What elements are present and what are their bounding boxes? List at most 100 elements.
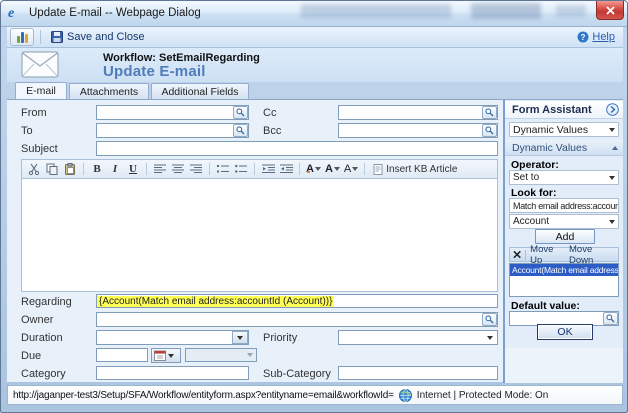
lookup-icon <box>605 313 616 324</box>
owner-lookup-button[interactable] <box>482 313 497 326</box>
webpage-dialog-window: e Update E-mail -- Webpage Dialog Save a… <box>0 0 628 413</box>
subcategory-field[interactable] <box>338 366 498 380</box>
dynamic-values-section-header[interactable]: Dynamic Values <box>505 140 623 156</box>
priority-input[interactable] <box>339 331 487 344</box>
regarding-field[interactable]: {Account(Match email address:accountId (… <box>96 294 498 308</box>
from-lookup-button[interactable] <box>233 106 248 119</box>
panel-expand-button[interactable] <box>606 103 619 116</box>
dropdown-arrow-icon <box>352 167 358 171</box>
italic-button[interactable]: I <box>107 161 123 177</box>
font-size-button[interactable]: A <box>324 161 341 177</box>
due-time-input <box>186 349 247 361</box>
copy-button[interactable] <box>44 161 60 177</box>
ok-button[interactable]: OK <box>537 324 593 340</box>
bcc-lookup-button[interactable] <box>482 124 497 137</box>
kb-article-icon <box>373 164 383 175</box>
entity-select[interactable]: Account <box>509 214 619 229</box>
due-date-field[interactable] <box>96 348 148 362</box>
tab-attachments[interactable]: Attachments <box>69 83 149 99</box>
subcategory-input[interactable] <box>339 367 497 379</box>
to-lookup-button[interactable] <box>233 124 248 137</box>
align-center-button[interactable] <box>170 161 186 177</box>
font-name-glyph: A <box>344 164 351 174</box>
owner-input[interactable] <box>97 313 482 326</box>
font-color-glyph: A <box>306 164 314 174</box>
dropdown-arrow-icon <box>237 336 243 340</box>
subcategory-label: Sub-Category <box>263 368 331 380</box>
duration-input[interactable] <box>97 331 232 344</box>
status-zone: Internet | Protected Mode: On <box>417 390 549 401</box>
tab-label: E-mail <box>26 85 56 97</box>
operator-select[interactable]: Set to <box>509 170 619 185</box>
delete-item-button[interactable] <box>513 250 521 259</box>
form-header: Workflow: SetEmailRegarding Update E-mai… <box>7 48 623 82</box>
indent-button[interactable] <box>278 161 294 177</box>
window-title: Update E-mail -- Webpage Dialog <box>29 7 201 19</box>
font-name-button[interactable]: A <box>343 161 359 177</box>
tab-additional-fields[interactable]: Additional Fields <box>151 83 249 99</box>
look-for-select[interactable]: Match email address:accountId <box>509 198 619 213</box>
collapse-icon <box>612 146 618 150</box>
list-item[interactable]: Account(Match email address:accou <box>510 264 618 276</box>
separator <box>83 163 84 175</box>
dropdown-arrow-icon <box>609 128 615 132</box>
category-field[interactable] <box>96 366 249 380</box>
font-size-glyph: A <box>325 164 333 174</box>
underline-button[interactable]: U <box>125 161 141 177</box>
close-icon <box>606 6 615 15</box>
category-input[interactable] <box>97 367 248 379</box>
bcc-input[interactable] <box>339 124 482 137</box>
align-left-icon <box>154 164 166 174</box>
help-button[interactable]: ? Help <box>577 31 615 43</box>
font-color-button[interactable]: A <box>305 161 322 177</box>
bold-button[interactable]: B <box>89 161 105 177</box>
priority-select[interactable] <box>338 330 498 345</box>
regarding-value: {Account(Match email address:accountId (… <box>97 296 334 307</box>
to-field[interactable] <box>96 123 249 138</box>
to-input[interactable] <box>97 124 233 137</box>
panel-footer <box>505 348 623 383</box>
numbered-list-button[interactable] <box>215 161 231 177</box>
due-date-input[interactable] <box>97 349 147 361</box>
subject-field[interactable] <box>96 141 498 156</box>
cc-lookup-button[interactable] <box>482 106 497 119</box>
dynamic-values-listbox[interactable]: Account(Match email address:accou <box>509 263 619 297</box>
lookup-icon <box>484 125 495 136</box>
separator <box>299 163 300 175</box>
default-value-lookup-button[interactable] <box>603 312 618 325</box>
dropdown-arrow-icon <box>609 176 615 180</box>
title-bar[interactable]: e Update E-mail -- Webpage Dialog <box>1 1 628 27</box>
numbered-list-icon <box>217 164 229 174</box>
assistant-tool-selector[interactable]: Dynamic Values <box>509 122 619 137</box>
from-field[interactable] <box>96 105 249 120</box>
cut-button[interactable] <box>26 161 42 177</box>
save-and-close-button[interactable]: Save and Close <box>47 29 149 45</box>
insert-kb-article-button[interactable]: Insert KB Article <box>370 164 460 175</box>
separator <box>40 30 41 44</box>
lookup-icon <box>235 125 246 136</box>
priority-label: Priority <box>263 332 297 344</box>
align-right-button[interactable] <box>188 161 204 177</box>
add-button[interactable]: Add <box>535 229 595 244</box>
status-url: http://jaganper-test3/Setup/SFA/Workflow… <box>13 390 394 401</box>
cc-input[interactable] <box>339 106 482 119</box>
bullet-list-button[interactable] <box>233 161 249 177</box>
paste-button[interactable] <box>62 161 78 177</box>
subject-input[interactable] <box>97 142 497 155</box>
due-date-picker-button[interactable] <box>151 348 181 363</box>
titlebar-glass-artifact <box>301 4 451 18</box>
email-body-editor[interactable] <box>21 179 498 292</box>
owner-field[interactable] <box>96 312 498 327</box>
cc-field[interactable] <box>338 105 498 120</box>
align-left-button[interactable] <box>152 161 168 177</box>
duration-dropdown-button[interactable] <box>232 331 248 344</box>
outdent-button[interactable] <box>260 161 276 177</box>
dropdown-arrow-icon <box>315 167 321 171</box>
page-title: Update E-mail <box>103 63 206 80</box>
close-button[interactable] <box>596 1 624 20</box>
from-input[interactable] <box>97 106 233 119</box>
tab-email[interactable]: E-mail <box>15 82 67 99</box>
list-toolbar: Move Up Move Down <box>509 247 619 262</box>
bcc-field[interactable] <box>338 123 498 138</box>
duration-combobox[interactable] <box>96 330 249 345</box>
